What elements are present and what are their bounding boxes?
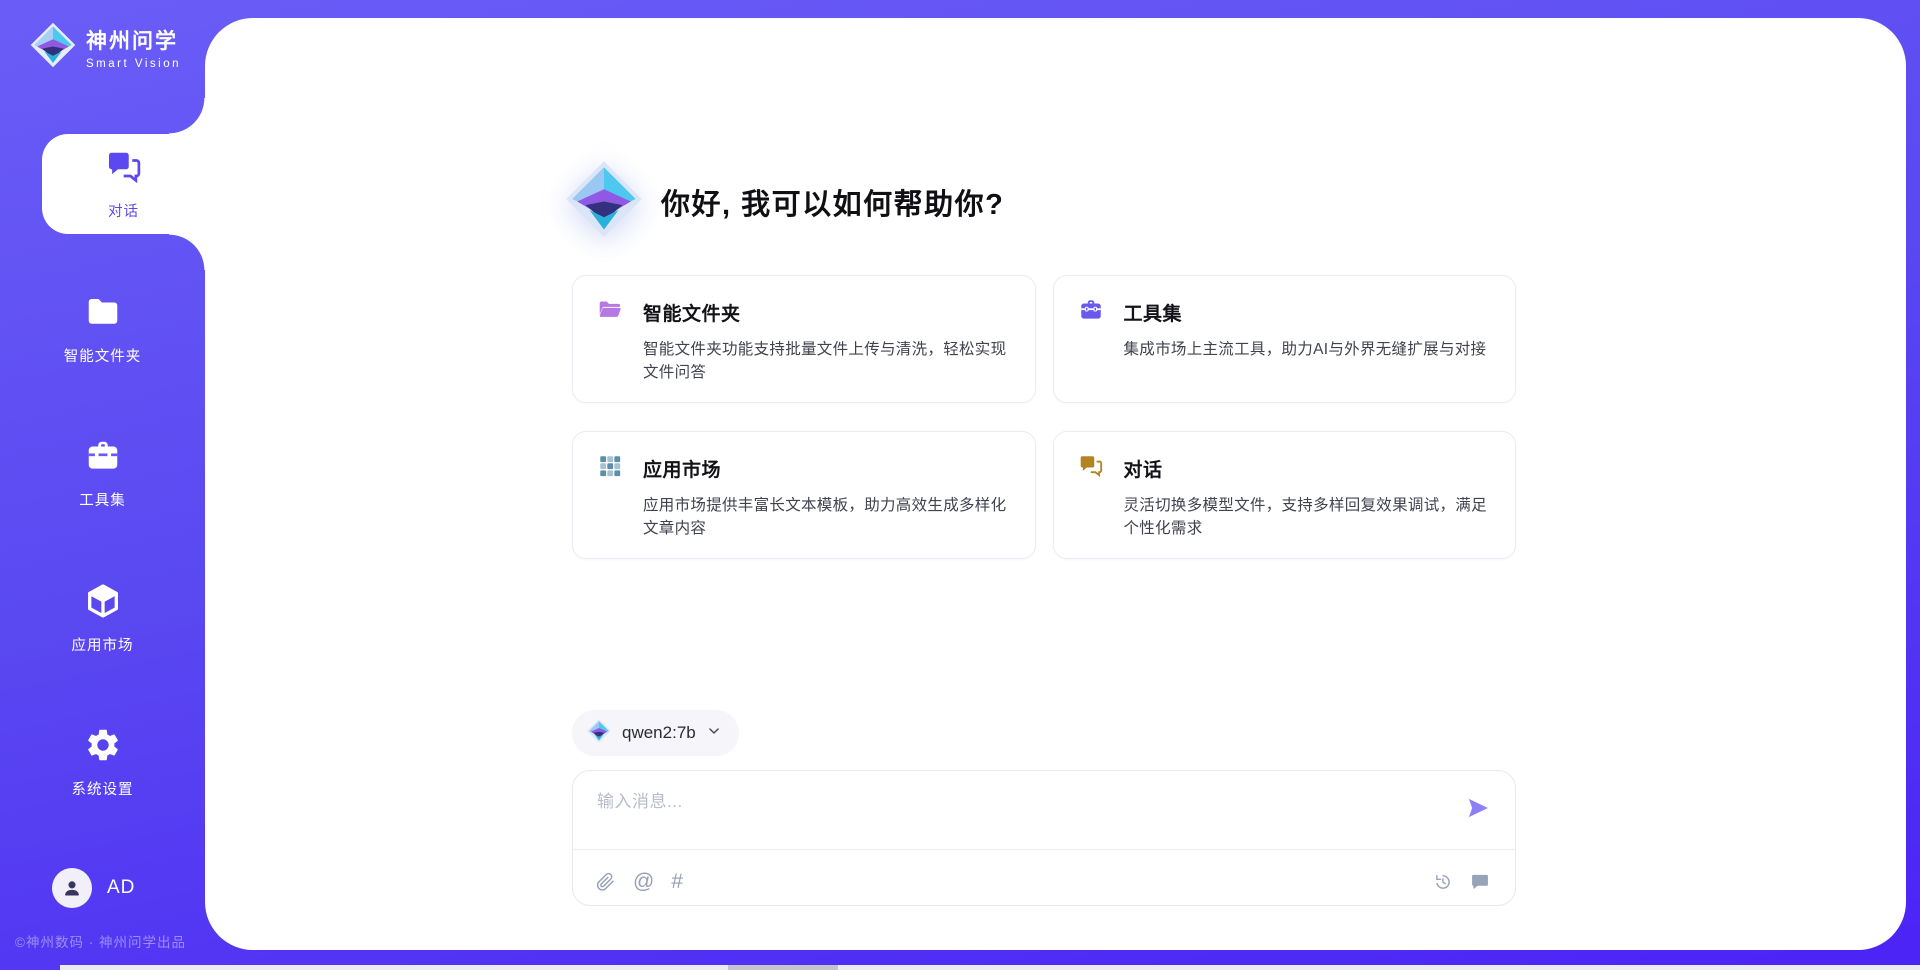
grid-icon xyxy=(597,453,623,484)
copyright-text: ©神州数码 · 神州问学出品 xyxy=(15,931,186,951)
brand-logo-icon xyxy=(30,22,76,73)
cube-icon xyxy=(84,582,122,625)
attachment-icon[interactable] xyxy=(596,872,616,892)
brand: 神州问学 Smart Vision xyxy=(30,22,181,73)
brand-title: 神州问学 xyxy=(86,25,181,55)
chat-bubbles-icon xyxy=(105,148,143,191)
greeting: 你好, 我可以如何帮助你? xyxy=(565,160,1004,243)
composer-divider xyxy=(573,849,1515,850)
card-description: 智能文件夹功能支持批量文件上传与清洗，轻松实现文件问答 xyxy=(643,338,1011,385)
horizontal-scrollbar[interactable] xyxy=(60,965,1920,970)
person-icon xyxy=(61,877,83,899)
card-title: 对话 xyxy=(1124,455,1163,482)
user-account[interactable]: AD xyxy=(52,868,135,908)
conversation-icon[interactable] xyxy=(1470,872,1490,892)
chevron-down-icon xyxy=(707,724,721,743)
sidebar-item-app-market[interactable]: 应用市场 xyxy=(0,568,205,668)
toolbox-icon xyxy=(1078,297,1104,328)
model-logo-icon xyxy=(587,719,611,748)
toolbox-icon xyxy=(84,437,122,480)
user-name: AD xyxy=(107,877,135,899)
card-app-market[interactable]: 应用市场 应用市场提供丰富长文本模板，助力高效生成多样化文章内容 xyxy=(572,431,1036,559)
sidebar-item-chat[interactable]: 对话 xyxy=(42,134,205,234)
card-title: 智能文件夹 xyxy=(643,299,741,326)
card-description: 集成市场上主流工具，助力AI与外界无缝扩展与对接 xyxy=(1124,338,1492,361)
greeting-title: 你好, 我可以如何帮助你? xyxy=(661,181,1004,223)
history-icon[interactable] xyxy=(1433,872,1453,892)
model-selector[interactable]: qwen2:7b xyxy=(572,710,739,756)
card-chat[interactable]: 对话 灵活切换多模型文件，支持多样回复效果调试，满足个性化需求 xyxy=(1053,431,1517,559)
sidebar-item-settings[interactable]: 系统设置 xyxy=(0,712,205,812)
sidebar-item-label: 对话 xyxy=(108,200,139,221)
sidebar-item-label: 智能文件夹 xyxy=(64,345,142,366)
gear-icon xyxy=(84,726,122,769)
message-input[interactable] xyxy=(597,787,1427,839)
sidebar-item-label: 工具集 xyxy=(79,489,126,510)
message-composer: @ # xyxy=(572,770,1516,906)
folder-open-icon xyxy=(597,297,623,328)
sidebar-item-toolset[interactable]: 工具集 xyxy=(0,423,205,523)
sidebar-item-label: 系统设置 xyxy=(72,778,134,799)
folder-icon xyxy=(84,293,122,336)
mention-icon[interactable]: @ xyxy=(633,872,654,892)
send-icon xyxy=(1465,795,1491,821)
composer-right-tools xyxy=(1433,872,1490,892)
feature-cards: 智能文件夹 智能文件夹功能支持批量文件上传与清洗，轻松实现文件问答 工具集 集成… xyxy=(572,275,1516,559)
scrollbar-thumb[interactable] xyxy=(728,965,838,970)
sidebar: 神州问学 Smart Vision 对话 智能文件夹 xyxy=(0,0,205,970)
composer-tools: @ # xyxy=(596,872,683,892)
send-button[interactable] xyxy=(1465,795,1491,821)
app-logo-icon xyxy=(565,160,643,243)
card-smart-folder[interactable]: 智能文件夹 智能文件夹功能支持批量文件上传与清洗，轻松实现文件问答 xyxy=(572,275,1036,403)
sidebar-item-label: 应用市场 xyxy=(72,634,134,655)
chat-bubbles-icon xyxy=(1078,453,1104,484)
card-title: 应用市场 xyxy=(643,455,721,482)
card-description: 灵活切换多模型文件，支持多样回复效果调试，满足个性化需求 xyxy=(1124,494,1492,541)
sidebar-item-smart-folder[interactable]: 智能文件夹 xyxy=(0,279,205,379)
card-description: 应用市场提供丰富长文本模板，助力高效生成多样化文章内容 xyxy=(643,494,1011,541)
avatar xyxy=(52,868,92,908)
card-title: 工具集 xyxy=(1124,299,1183,326)
brand-subtitle: Smart Vision xyxy=(86,58,181,70)
hash-icon[interactable]: # xyxy=(671,872,683,892)
card-toolset[interactable]: 工具集 集成市场上主流工具，助力AI与外界无缝扩展与对接 xyxy=(1053,275,1517,403)
main-content-panel: 你好, 我可以如何帮助你? 智能文件夹 智能文件夹功能支持批量文件上传与清洗，轻… xyxy=(205,18,1906,950)
model-name: qwen2:7b xyxy=(622,723,696,743)
